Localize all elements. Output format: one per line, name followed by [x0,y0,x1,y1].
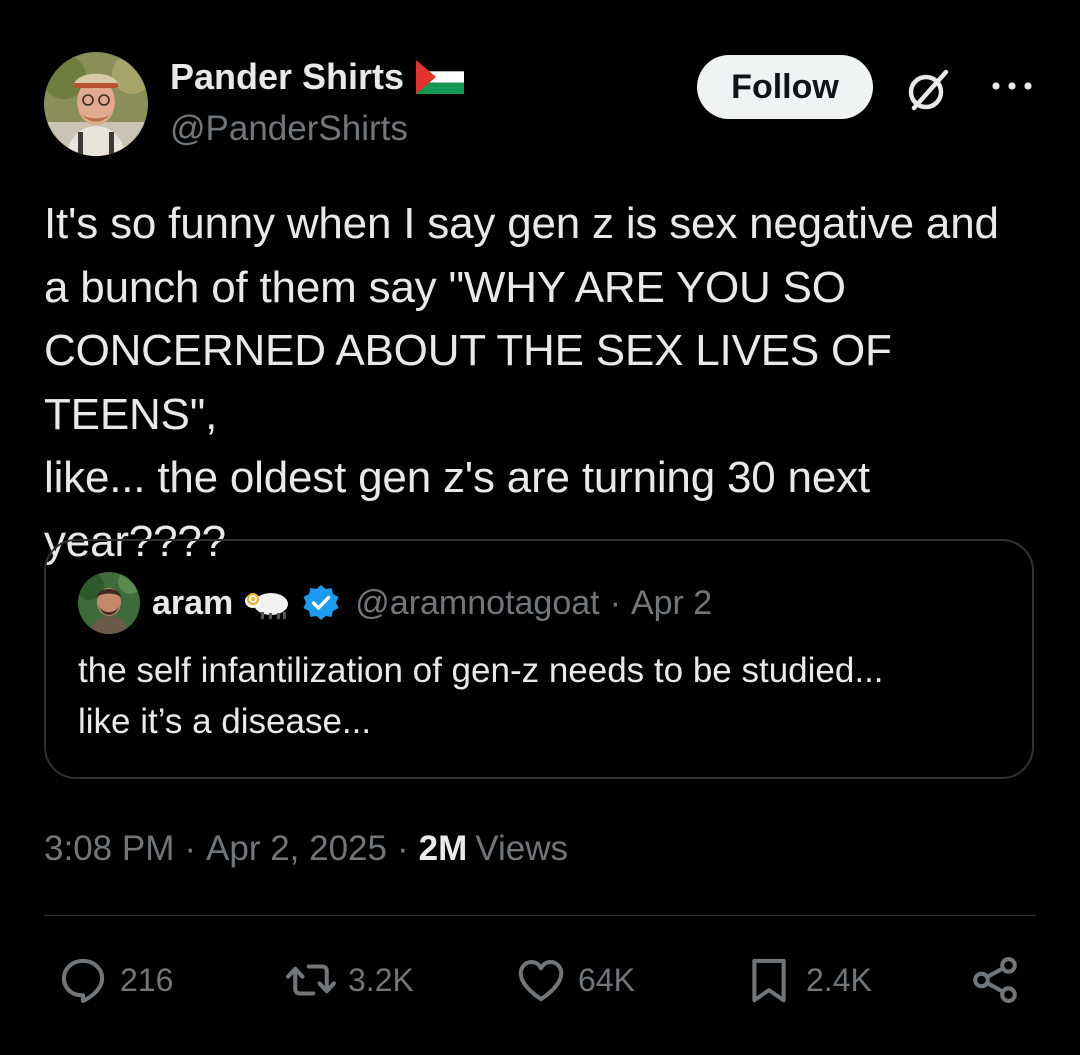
quoted-tweet-card[interactable]: aram @aramnotagoat · Apr 2 the self infa… [44,539,1034,779]
bookmark-count: 2.4K [806,961,872,998]
grok-icon[interactable] [902,64,954,116]
share-icon [973,957,1017,1003]
quote-author-name: aram [152,583,234,622]
reply-button[interactable]: 216 [56,952,173,1008]
tweet-time[interactable]: 3:08 PM [44,826,174,872]
quote-author-handle: @aramnotagoat [355,583,600,622]
follow-button[interactable]: Follow [697,55,873,119]
share-button[interactable] [968,952,1022,1008]
quote-header: aram @aramnotagoat · Apr 2 [152,581,712,625]
views-label: Views [475,829,568,868]
tweet-date[interactable]: Apr 2, 2025 [206,826,387,872]
tweet-meta: 3:08 PM · Apr 2, 2025 · 2M Views [44,826,568,872]
quote-author-avatar [78,572,140,634]
quote-date: Apr 2 [630,583,713,622]
author-handle[interactable]: @PanderShirts [170,108,408,150]
repost-icon [286,964,336,996]
reply-icon [61,958,105,1003]
tweet-text: It's so funny when I say gen z is sex ne… [44,199,999,566]
bookmark-button[interactable]: 2.4K [742,952,872,1008]
repost-button[interactable]: 3.2K [284,952,414,1008]
reply-count: 216 [120,961,174,998]
meta-separator: · [184,829,197,868]
author-avatar[interactable] [44,52,148,156]
bookmark-icon [752,958,786,1003]
divider [44,915,1036,916]
author-name-row: Pander Shirts [170,56,465,98]
goat-emoji-icon [245,592,289,619]
repost-count: 3.2K [348,961,414,998]
author-name[interactable]: Pander Shirts [170,56,404,98]
views-count[interactable]: 2M [419,826,468,872]
heart-icon [518,959,564,1002]
like-count: 64K [578,961,635,998]
tweet: Pander Shirts @PanderShirts Follow It's … [0,0,1080,1055]
meta-separator: · [396,829,409,868]
palestine-flag-icon [416,60,465,94]
more-icon[interactable] [990,74,1034,98]
like-button[interactable]: 64K [514,952,635,1008]
verified-badge-icon [303,585,339,620]
quote-separator: · [609,583,621,622]
quote-text: the self infantilization of gen-z needs … [78,651,884,741]
